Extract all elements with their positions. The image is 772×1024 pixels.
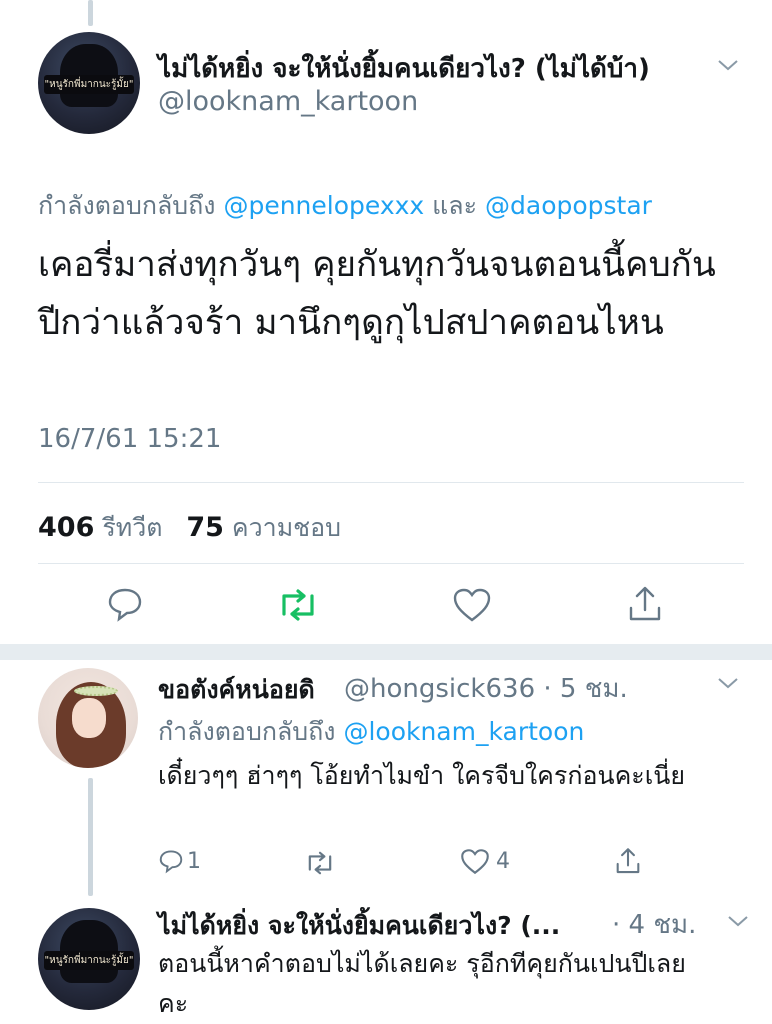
display-name[interactable]: ไม่ได้หยิ่ง จะให้นั่งยิ้มคนเดียวไง? (ไม่… xyxy=(158,48,650,89)
user-handle[interactable]: @looknam_kartoon xyxy=(158,86,418,117)
avatar-caption: "หนูรักพี่มากนะรู้มั้ย" xyxy=(44,950,134,970)
avatar-face xyxy=(72,698,106,738)
reply-text: ตอนนี้หาคำตอบไม่ได้เลยคะ รุอีกทีคุยกันเป… xyxy=(158,949,686,1018)
retweet-icon xyxy=(282,589,314,621)
reply-icon xyxy=(108,588,142,622)
heart-icon xyxy=(453,588,491,622)
retweet-icon xyxy=(308,851,332,875)
retweet-button[interactable] xyxy=(304,850,336,876)
retweet-label[interactable]: รีทวีต xyxy=(102,513,162,542)
reply-time: · 5 ชม. xyxy=(543,674,628,704)
mention-link[interactable]: @looknam_kartoon xyxy=(343,717,584,746)
replying-prefix: กำลังตอบกลับถึง xyxy=(38,191,216,220)
reply-time: · 4 ชม. xyxy=(612,910,697,940)
avatar[interactable]: "หนูรักพี่มากนะรู้มั้ย" xyxy=(38,908,140,1010)
share-icon xyxy=(629,586,661,621)
divider xyxy=(38,563,744,564)
chevron-down-icon[interactable] xyxy=(726,910,750,934)
chevron-down-icon[interactable] xyxy=(716,672,740,696)
mention-link[interactable]: @pennelopexxx xyxy=(223,191,424,220)
reply-button[interactable] xyxy=(106,586,144,622)
reply-button[interactable]: 1 xyxy=(158,848,201,874)
tweet-timestamp[interactable]: 16/7/61 15:21 xyxy=(38,424,221,454)
replying-to: กำลังตอบกลับถึง @pennelopexxx และ @daopo… xyxy=(38,186,652,226)
reply-count: 1 xyxy=(187,848,201,874)
tweet-stats: 406 รีทวีต 75 ความชอบ xyxy=(38,508,341,548)
like-button[interactable]: 4 xyxy=(460,848,510,875)
avatar-caption: "หนูรักพี่มากนะรู้มั้ย" xyxy=(44,74,134,94)
reply-text: เดี๋ยวๆๆ ฮ่าๆๆ โอ้ยทำไมขำ ใครจีบใครก่อนค… xyxy=(158,761,686,790)
thread-line-reply xyxy=(88,778,93,896)
replying-prefix: กำลังตอบกลับถึง xyxy=(158,717,336,746)
replying-and: และ xyxy=(432,191,478,220)
reply-icon xyxy=(159,850,183,874)
retweet-button[interactable] xyxy=(276,588,320,622)
section-separator xyxy=(0,644,772,660)
share-button[interactable] xyxy=(614,846,642,876)
display-name[interactable]: ขอตังค์หน่อยดิ xyxy=(158,670,315,710)
chevron-down-icon[interactable] xyxy=(716,54,740,78)
handle-text[interactable]: @hongsick636 xyxy=(344,674,535,704)
thread-line-top xyxy=(88,0,93,26)
like-count[interactable]: 75 xyxy=(186,512,224,543)
user-handle[interactable]: @hongsick636 · 5 ชม. xyxy=(344,668,628,709)
avatar-flower-crown xyxy=(74,686,118,696)
like-label[interactable]: ความชอบ xyxy=(232,513,341,542)
display-name[interactable]: ไม่ได้หยิ่ง จะให้นั่งยิ้มคนเดียวไง? (... xyxy=(158,906,560,946)
like-button[interactable] xyxy=(452,587,492,623)
tweet-text: เคอรี่มาส่งทุกวันๆ คุยกันทุกวันจนตอนนี้ค… xyxy=(38,245,716,343)
retweet-count[interactable]: 406 xyxy=(38,512,94,543)
share-button[interactable] xyxy=(626,584,664,624)
avatar[interactable]: "หนูรักพี่มากนะรู้มั้ย" xyxy=(38,32,140,134)
divider xyxy=(38,482,744,483)
like-count: 4 xyxy=(496,849,510,874)
share-icon xyxy=(616,848,640,874)
avatar[interactable] xyxy=(38,668,138,768)
mention-link[interactable]: @daopopstar xyxy=(485,191,652,220)
heart-icon xyxy=(461,849,489,875)
replying-to: กำลังตอบกลับถึง @looknam_kartoon xyxy=(158,712,584,752)
